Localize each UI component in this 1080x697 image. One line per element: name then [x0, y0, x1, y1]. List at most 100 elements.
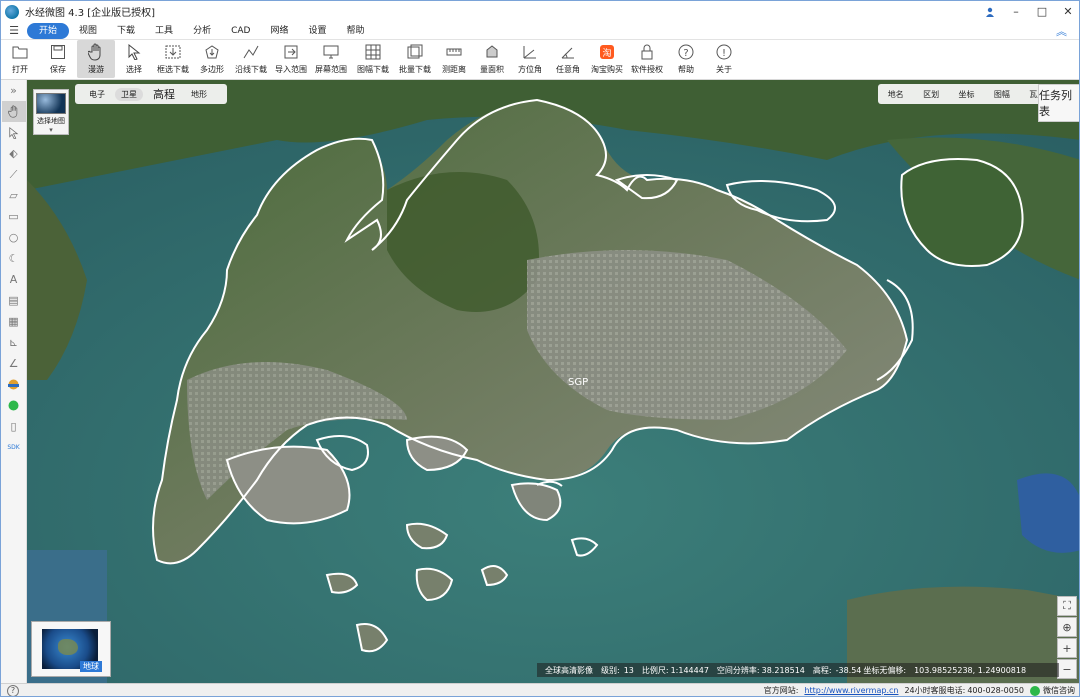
- azimuth-button[interactable]: 方位角: [511, 40, 549, 78]
- hand-tool-icon[interactable]: [1, 101, 26, 122]
- sdk-icon[interactable]: SDK: [2, 437, 26, 458]
- import-icon: [282, 43, 300, 61]
- title-bar: 水经微图 4.3 [企业版已授权] – □ ✕: [1, 1, 1079, 22]
- svg-text:!: !: [722, 48, 726, 59]
- angle-tool-icon[interactable]: ∠: [2, 353, 26, 374]
- earth-view-button[interactable]: 地球: [31, 621, 111, 677]
- license-button[interactable]: 软件授权: [627, 40, 667, 78]
- maximize-icon[interactable]: □: [1029, 1, 1055, 22]
- text-tool-icon[interactable]: A: [2, 269, 26, 290]
- menu-start[interactable]: 开始: [27, 22, 70, 39]
- wechat-icon[interactable]: [1030, 685, 1040, 696]
- map-view[interactable]: 选择地图 ▾ 电子 卫星 高程 地形 地名 区划 坐标 图幅 瓦片 任务列表 S…: [27, 80, 1079, 683]
- area-icon: [483, 43, 501, 61]
- pan-button[interactable]: 漫游: [77, 40, 115, 78]
- svg-text:?: ?: [683, 48, 688, 59]
- polygon-button[interactable]: 多边形: [193, 40, 231, 78]
- minimize-icon[interactable]: –: [1003, 1, 1029, 22]
- layer-switch-panel[interactable]: 选择地图 ▾: [33, 89, 69, 135]
- tab-terrain[interactable]: 地形: [185, 88, 213, 101]
- phone-tool-icon[interactable]: ▯: [2, 416, 26, 437]
- hand-icon: [87, 43, 105, 61]
- zoom-out-icon[interactable]: −: [1057, 659, 1077, 679]
- website-label: 官方网站:: [763, 686, 799, 695]
- arrow-tool-icon[interactable]: [2, 122, 26, 143]
- select-button[interactable]: 选择: [115, 40, 153, 78]
- menu-settings[interactable]: 设置: [298, 23, 336, 39]
- map-status-info: 全球高清影像 级别: 13 比例尺: 1:144447 空间分辨率: 38.21…: [537, 663, 1059, 677]
- menu-bar: ☰ 开始 视图 下载 工具 分析 CAD 网络 设置 帮助 ︽: [1, 22, 1079, 40]
- elevation-label: 高程:: [812, 665, 832, 675]
- menu-view[interactable]: 视图: [69, 23, 107, 39]
- user-icon[interactable]: [977, 1, 1003, 22]
- rectangle-tool-icon[interactable]: ▭: [2, 206, 26, 227]
- save-button[interactable]: 保存: [39, 40, 77, 78]
- polygon-icon: [203, 43, 221, 61]
- azimuth-icon: [521, 43, 539, 61]
- bottom-status-bar: ? 官方网站: http://www.rivermap.cn 24小时客服电话:…: [1, 683, 1079, 696]
- menu-help[interactable]: 帮助: [336, 23, 374, 39]
- circle-tool-icon[interactable]: ○: [2, 227, 26, 248]
- menu-download[interactable]: 下载: [107, 23, 145, 39]
- azimuth-tool-icon[interactable]: ⊾: [2, 332, 26, 353]
- hamburger-menu-icon[interactable]: ☰: [1, 24, 27, 37]
- website-link[interactable]: http://www.rivermap.cn: [804, 686, 898, 695]
- angle-icon: [559, 43, 577, 61]
- menu-cad[interactable]: CAD: [221, 23, 260, 39]
- globe-tool-icon[interactable]: [2, 374, 26, 395]
- monitor-icon: [322, 43, 340, 61]
- sheet-download-button[interactable]: 图幅下载: [351, 40, 395, 78]
- any-angle-button[interactable]: 任意角: [549, 40, 587, 78]
- import-range-button[interactable]: 导入范围: [271, 40, 311, 78]
- tool-sheets[interactable]: 图幅: [994, 89, 1010, 100]
- frame-download-icon: [164, 43, 182, 61]
- zoom-controls: ⛶ ⊕ + −: [1057, 596, 1077, 680]
- tool-regions[interactable]: 区划: [923, 89, 939, 100]
- tab-electronic[interactable]: 电子: [83, 88, 111, 101]
- scale-label: 比例尺:: [641, 665, 669, 675]
- help-circle-icon[interactable]: ?: [7, 685, 19, 696]
- close-icon[interactable]: ✕: [1055, 1, 1079, 22]
- menu-analysis[interactable]: 分析: [183, 23, 221, 39]
- marker-tool-icon[interactable]: ⬖: [2, 143, 26, 164]
- ribbon-toolbar: 打开 保存 漫游 选择 框选下载 多边形 沿线下载 导入范围 屏幕范围 图幅下载…: [1, 40, 1079, 80]
- level-value: 13: [623, 665, 634, 675]
- scale-value: 1:144447: [670, 665, 709, 675]
- polygon-tool-icon[interactable]: ▱: [2, 185, 26, 206]
- tab-elevation[interactable]: 高程: [147, 86, 181, 102]
- menu-network[interactable]: 网络: [260, 23, 298, 39]
- zoom-in-icon[interactable]: +: [1057, 638, 1077, 658]
- about-button[interactable]: ! 关于: [705, 40, 743, 78]
- taobao-button[interactable]: 淘 淘宝购买: [587, 40, 627, 78]
- sector-tool-icon[interactable]: ☾: [2, 248, 26, 269]
- measure-distance-button[interactable]: 测距离: [435, 40, 473, 78]
- batch-download-button[interactable]: 批量下载: [395, 40, 435, 78]
- tool-coordinates[interactable]: 坐标: [958, 89, 974, 100]
- app-logo-icon: [5, 4, 19, 19]
- resolution-value: 38.218514: [761, 665, 805, 675]
- expand-icon[interactable]: »: [2, 80, 26, 101]
- area-tool-icon[interactable]: ▦: [2, 311, 26, 332]
- line-download-button[interactable]: 沿线下载: [231, 40, 271, 78]
- screen-range-button[interactable]: 屏幕范围: [311, 40, 351, 78]
- cursor-icon: [125, 43, 143, 61]
- open-button[interactable]: 打开: [1, 40, 39, 78]
- menu-tools[interactable]: 工具: [145, 23, 183, 39]
- ruler-tool-icon[interactable]: ▤: [2, 290, 26, 311]
- svg-text:淘: 淘: [602, 47, 611, 59]
- task-list-button[interactable]: 任务列表: [1038, 84, 1079, 122]
- measure-area-button[interactable]: 量面积: [473, 40, 511, 78]
- frame-download-button[interactable]: 框选下载: [153, 40, 193, 78]
- wechat-label[interactable]: 微信咨询: [1043, 685, 1075, 696]
- fullscreen-icon[interactable]: ⛶: [1057, 596, 1077, 616]
- line-tool-icon[interactable]: ⟋: [2, 164, 26, 185]
- chevron-down-icon: ▾: [49, 126, 53, 134]
- help-button[interactable]: ? 帮助: [667, 40, 705, 78]
- locate-icon[interactable]: ⊕: [1057, 617, 1077, 637]
- grid-icon: [364, 43, 382, 61]
- collapse-ribbon-icon[interactable]: ︽: [1056, 23, 1067, 39]
- polyline-icon: [242, 43, 260, 61]
- green-check-icon[interactable]: [2, 395, 26, 416]
- tool-place-names[interactable]: 地名: [888, 89, 904, 100]
- tab-satellite[interactable]: 卫星: [115, 87, 143, 101]
